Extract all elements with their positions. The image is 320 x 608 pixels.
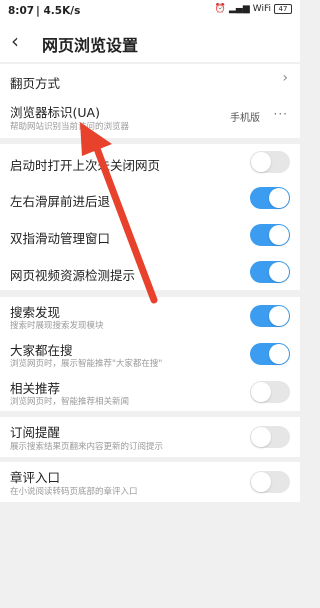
subscribe-toggle[interactable] xyxy=(250,426,290,448)
page-turn-label: 翻页方式 xyxy=(10,76,61,91)
related-sub: 浏览网页时，智能推荐相关新闻 xyxy=(10,397,130,407)
group-comments: 章评入口 在小说阅读转码页底部的章评入口 xyxy=(0,462,300,502)
swipe-nav-toggle[interactable] xyxy=(250,187,290,209)
battery-icon: 47 xyxy=(274,4,292,14)
group-search: 搜索发现 搜索时展现搜索发现模块 大家都在搜 浏览网页时，展示智能推荐"大家都在… xyxy=(0,297,300,411)
ua-sub: 帮助网站识别当前访问的浏览器 xyxy=(10,122,130,132)
status-bar: 8:07 | 4.5K/s ⏰ ▂▄▆ WiFi 47 xyxy=(0,0,300,22)
everyone-search-toggle[interactable] xyxy=(250,343,290,365)
subscribe-sub: 展示搜索结果页翻来内容更新的订阅提示 xyxy=(10,442,164,452)
search-discovery-sub: 搜索时展现搜索发现模块 xyxy=(10,321,104,331)
status-speed: | 4.5K/s xyxy=(36,5,81,17)
two-finger-toggle[interactable] xyxy=(250,224,290,246)
status-time: 8:07 xyxy=(8,5,35,17)
comments-label: 章评入口 xyxy=(10,470,61,485)
list-item: 左右滑屏前进后退 xyxy=(0,180,300,217)
row-ua[interactable]: 浏览器标识(UA) 帮助网站识别当前访问的浏览器 手机版 ··· xyxy=(0,96,300,138)
search-discovery-toggle[interactable] xyxy=(250,305,290,327)
alarm-icon: ⏰ xyxy=(214,4,226,14)
ua-label: 浏览器标识(UA) xyxy=(10,105,100,120)
wifi-icon: WiFi xyxy=(252,4,271,14)
list-item: 订阅提醒 展示搜索结果页翻来内容更新的订阅提示 xyxy=(0,417,300,457)
reopen-tabs-toggle[interactable] xyxy=(250,151,290,173)
group-gestures: 启动时打开上次未关闭网页 左右滑屏前进后退 双指滑动管理窗口 网页视频资源检测提… xyxy=(0,144,300,290)
row-page-turn[interactable]: 翻页方式 › xyxy=(0,64,300,96)
reopen-tabs-label: 启动时打开上次未关闭网页 xyxy=(10,158,161,173)
comments-toggle[interactable] xyxy=(250,471,290,493)
comments-sub: 在小说阅读转码页底部的章评入口 xyxy=(10,487,138,497)
list-item: 大家都在搜 浏览网页时，展示智能推荐"大家都在搜" xyxy=(0,335,300,373)
list-item: 启动时打开上次未关闭网页 xyxy=(0,144,300,180)
signal-icon: ▂▄▆ xyxy=(229,4,250,14)
group-page-options: 翻页方式 › 浏览器标识(UA) 帮助网站识别当前访问的浏览器 手机版 ··· xyxy=(0,64,300,138)
video-detect-toggle[interactable] xyxy=(250,261,290,283)
page-title: 网页浏览设置 xyxy=(42,36,139,55)
chevron-right-icon: › xyxy=(282,70,288,86)
swipe-nav-label: 左右滑屏前进后退 xyxy=(10,194,111,209)
list-item: 搜索发现 搜索时展现搜索发现模块 xyxy=(0,297,300,335)
group-subscribe: 订阅提醒 展示搜索结果页翻来内容更新的订阅提示 xyxy=(0,417,300,457)
everyone-search-sub: 浏览网页时，展示智能推荐"大家都在搜" xyxy=(10,359,163,369)
subscribe-label: 订阅提醒 xyxy=(10,425,61,440)
related-toggle[interactable] xyxy=(250,381,290,403)
list-item: 网页视频资源检测提示 xyxy=(0,254,300,290)
list-item: 相关推荐 浏览网页时，智能推荐相关新闻 xyxy=(0,373,300,411)
two-finger-label: 双指滑动管理窗口 xyxy=(10,231,111,246)
back-icon[interactable]: ‹ xyxy=(11,29,19,53)
status-icons: ⏰ ▂▄▆ WiFi 47 xyxy=(215,4,292,14)
list-item: 双指滑动管理窗口 xyxy=(0,217,300,254)
video-detect-label: 网页视频资源检测提示 xyxy=(10,268,136,283)
ua-value: 手机版 xyxy=(230,113,260,124)
more-icon[interactable]: ··· xyxy=(274,107,288,121)
app-header: ‹ 网页浏览设置 xyxy=(0,22,300,62)
list-item: 章评入口 在小说阅读转码页底部的章评入口 xyxy=(0,462,300,502)
